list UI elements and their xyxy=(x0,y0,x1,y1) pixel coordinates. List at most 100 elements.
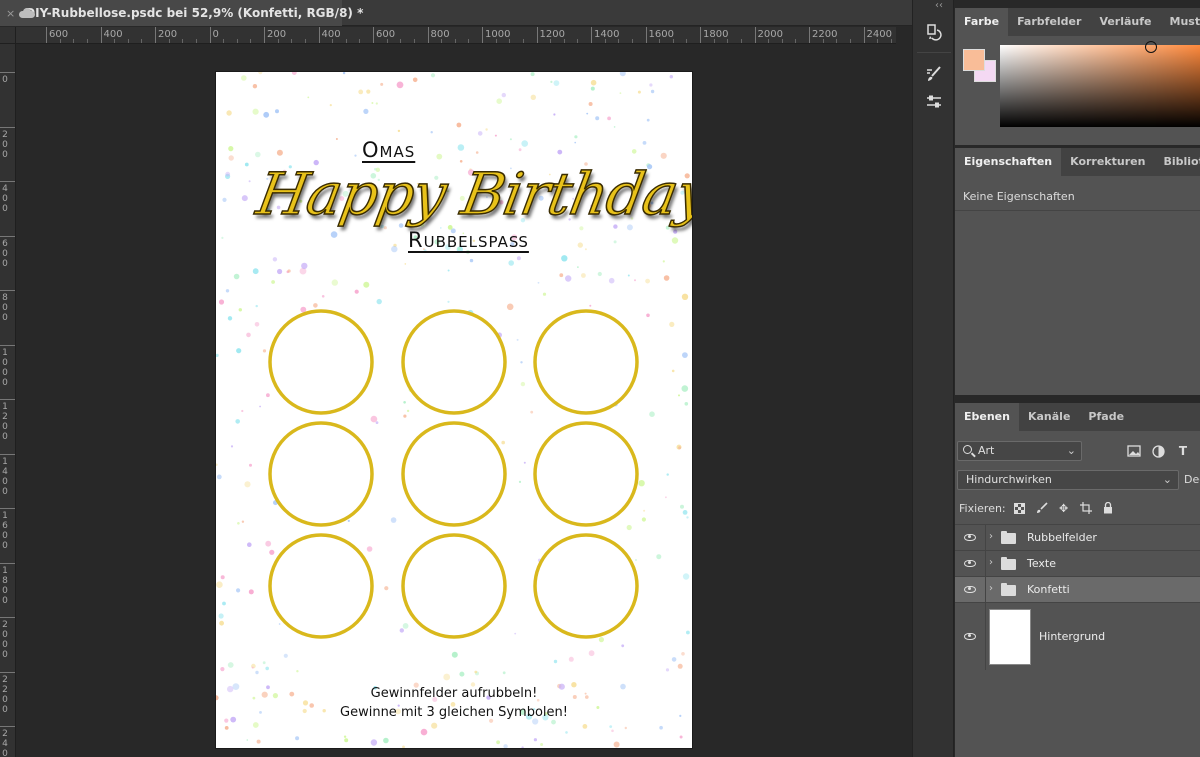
collapse-icon[interactable]: ‹‹ xyxy=(935,0,943,11)
layer-row-hintergrund[interactable]: Hintergrund xyxy=(955,602,1200,670)
confetti-dot xyxy=(659,725,663,730)
confetti-dot xyxy=(646,313,650,318)
layers-tab-ebenen[interactable]: Ebenen xyxy=(955,403,1019,431)
ruler-minor-tick xyxy=(618,39,620,43)
adjustments-icon[interactable] xyxy=(919,88,949,116)
history-icon[interactable] xyxy=(919,18,949,46)
confetti-dot xyxy=(520,361,523,364)
expand-arrow-icon[interactable]: › xyxy=(989,583,993,594)
confetti-dot xyxy=(666,473,669,476)
artboard[interactable]: Omas Happy Birthday Rubbelspaß Gewinnfel… xyxy=(216,72,692,748)
instruction-line-2: Gewinne mit 3 gleichen Symbolen! xyxy=(340,705,568,720)
horizontal-ruler[interactable]: 600 400 200 0 200 400 600 800 1000 1200 1400 1600 18… xyxy=(16,27,896,44)
visibility-eye-icon[interactable] xyxy=(964,534,976,541)
expand-arrow-icon[interactable]: › xyxy=(989,531,993,542)
confetti-dot xyxy=(649,411,655,418)
confetti-dot xyxy=(271,280,275,284)
close-tab-icon[interactable]: × xyxy=(6,7,15,20)
confetti-dot xyxy=(220,667,225,672)
ruler-minor-tick xyxy=(195,39,197,43)
confetti-dot xyxy=(464,605,472,613)
confetti-dot xyxy=(568,656,574,662)
lock-artboard-icon[interactable] xyxy=(1078,501,1094,515)
properties-tab-bibliotheken[interactable]: Bibliotheken xyxy=(1154,148,1200,176)
confetti-dot xyxy=(305,549,310,555)
ruler-minor-tick xyxy=(454,39,456,43)
layer-row-texte[interactable]: › Texte xyxy=(955,550,1200,576)
color-picker-field[interactable] xyxy=(1000,45,1200,127)
confetti-dot xyxy=(246,332,251,338)
confetti-dot xyxy=(370,415,378,423)
confetti-dot xyxy=(241,409,244,413)
color-tab-farbe[interactable]: Farbe xyxy=(955,8,1009,36)
layer-row-konfetti[interactable]: › Konfetti xyxy=(955,576,1200,602)
layer-filter-dropdown[interactable]: Art ⌄ xyxy=(957,441,1082,461)
confetti-dot xyxy=(641,517,646,522)
blend-mode-value: Hindurchwirken xyxy=(966,473,1052,486)
confetti-dot xyxy=(228,146,234,152)
ruler-tick xyxy=(0,562,15,564)
document-tab[interactable]: × DIY-Rubbellose.psdc bei 52,9% (Konfett… xyxy=(0,0,363,26)
confetti-dot xyxy=(642,141,647,145)
confetti-dot xyxy=(491,328,495,332)
properties-panel-tabs: EigenschaftenKorrekturenBibliotheken xyxy=(955,148,1200,176)
confetti-dot xyxy=(553,659,558,664)
ruler-label: 1000 xyxy=(485,29,511,40)
ruler-tick xyxy=(536,27,538,43)
visibility-eye-icon[interactable] xyxy=(964,633,976,640)
confetti-dot xyxy=(548,602,553,607)
lock-position-icon[interactable]: ✥ xyxy=(1056,501,1072,515)
confetti-dot xyxy=(454,511,461,517)
confetti-dot xyxy=(669,75,673,79)
confetti-dot xyxy=(258,72,263,75)
properties-tab-korrekturen[interactable]: Korrekturen xyxy=(1061,148,1154,176)
color-tab-farbfelder[interactable]: Farbfelder xyxy=(1008,8,1090,36)
layer-row-rubbelfelder[interactable]: › Rubbelfelder xyxy=(955,524,1200,550)
ruler-label: 2200 xyxy=(2,674,8,715)
blend-mode-dropdown[interactable]: Hindurchwirken ⌄ xyxy=(957,470,1179,490)
confetti-dot xyxy=(347,519,350,522)
confetti-dot xyxy=(496,332,502,338)
confetti-dot xyxy=(397,129,401,133)
color-tab-verläufe[interactable]: Verläufe xyxy=(1090,8,1160,36)
confetti-dot xyxy=(390,517,397,523)
layers-tab-pfade[interactable]: Pfade xyxy=(1079,403,1133,431)
ruler-minor-tick xyxy=(345,39,347,43)
confetti-dot xyxy=(671,237,679,244)
color-tab-muster[interactable]: Muster xyxy=(1161,8,1200,36)
confetti-dot xyxy=(221,236,224,239)
confetti-dot xyxy=(241,195,248,202)
confetti-dot xyxy=(574,141,576,144)
confetti-dot xyxy=(681,385,689,392)
confetti-dot xyxy=(520,381,526,387)
expand-arrow-icon[interactable]: › xyxy=(989,557,993,568)
lock-transparent-pixels-icon[interactable] xyxy=(1012,501,1028,515)
vertical-ruler[interactable]: 0 200 400 600 800 1000 1200 1400 1600 1800 2000 220… xyxy=(0,44,16,757)
confetti-dot xyxy=(430,131,433,134)
ruler-tick xyxy=(264,27,265,43)
ruler-corner[interactable] xyxy=(0,27,16,44)
confetti-dot xyxy=(216,581,223,588)
confetti-dot xyxy=(216,474,222,480)
properties-tab-eigenschaften[interactable]: Eigenschaften xyxy=(955,148,1062,176)
foreground-color-swatch[interactable] xyxy=(963,49,985,71)
filter-pixel-layers-icon[interactable] xyxy=(1126,443,1142,459)
confetti-dot xyxy=(533,738,537,742)
ruler-minor-tick xyxy=(291,39,293,43)
lock-all-icon[interactable] xyxy=(1100,501,1116,515)
confetti-dot xyxy=(451,651,458,658)
brush-settings-icon[interactable] xyxy=(919,60,949,88)
ruler-tick xyxy=(0,671,15,673)
confetti-dot xyxy=(474,670,478,674)
visibility-eye-icon[interactable] xyxy=(964,586,976,593)
ruler-minor-tick xyxy=(495,39,497,43)
confetti-dot xyxy=(225,171,231,177)
lock-image-pixels-icon[interactable] xyxy=(1034,501,1050,515)
layer-name: Konfetti xyxy=(1027,583,1070,596)
color-picker-handle[interactable] xyxy=(1145,41,1157,53)
filter-adjustment-layers-icon[interactable] xyxy=(1150,443,1166,459)
filter-type-layers-icon[interactable]: T xyxy=(1175,443,1191,459)
ruler-minor-tick xyxy=(550,39,552,43)
visibility-eye-icon[interactable] xyxy=(964,560,976,567)
layers-tab-kanäle[interactable]: Kanäle xyxy=(1019,403,1079,431)
